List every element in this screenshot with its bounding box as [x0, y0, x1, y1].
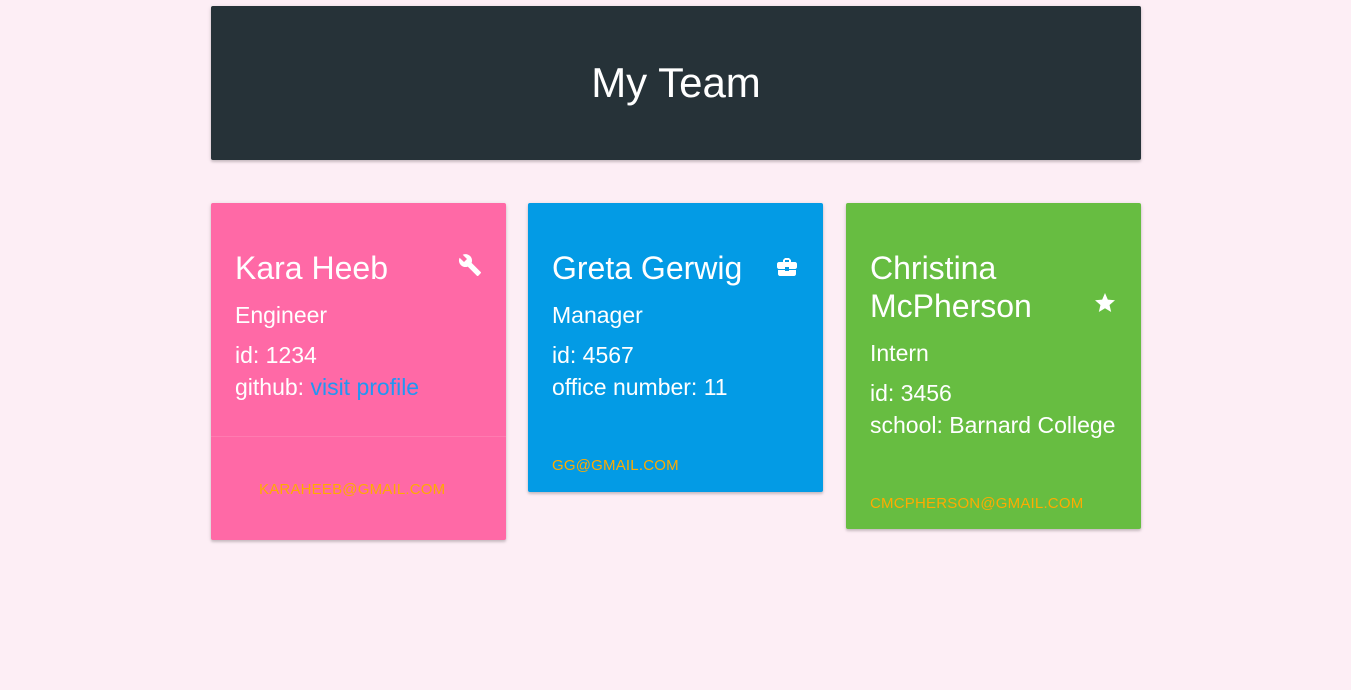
employee-name: Christina McPherson	[870, 250, 1032, 324]
employee-email-link[interactable]: GG@GMAIL.COM	[552, 457, 679, 474]
star-icon	[1095, 293, 1115, 312]
card-divider	[211, 436, 506, 437]
employee-email-link[interactable]: CMCPHERSON@GMAIL.COM	[870, 495, 1083, 512]
employee-role: Manager	[552, 302, 643, 328]
employee-role: Engineer	[235, 302, 328, 328]
employee-card-engineer: Kara Heeb Engineer id: 1234 github: visi…	[211, 203, 506, 540]
employee-name: Greta Gerwig	[552, 250, 743, 286]
employee-card-manager: Greta Gerwig Manager id: 4567 office num…	[528, 203, 823, 492]
employee-id: id: 1234	[235, 342, 317, 368]
card-content: Christina McPherson Intern id: 3456 scho…	[846, 203, 1141, 441]
card-content: Greta Gerwig Manager id: 4567 office num…	[528, 203, 823, 403]
card-content: Kara Heeb Engineer id: 1234 github: visi…	[211, 203, 506, 403]
header-banner: My Team	[211, 6, 1141, 160]
employee-email-link[interactable]: KARAHEEB@GMAIL.COM	[259, 481, 445, 498]
briefcase-icon	[777, 258, 797, 276]
employee-school: school: Barnard College	[870, 412, 1116, 438]
github-profile-link[interactable]: visit profile	[310, 374, 419, 400]
employee-card-intern: Christina McPherson Intern id: 3456 scho…	[846, 203, 1141, 529]
wrench-icon	[458, 254, 481, 276]
employee-id: id: 3456	[870, 380, 952, 406]
employee-name: Kara Heeb	[235, 250, 388, 286]
employee-role: Intern	[870, 340, 929, 366]
page-title: My Team	[591, 59, 761, 106]
employee-office-number: office number: 11	[552, 374, 728, 400]
employee-id: id: 4567	[552, 342, 634, 368]
employee-github: github: visit profile	[235, 371, 482, 403]
github-label: github:	[235, 374, 311, 400]
